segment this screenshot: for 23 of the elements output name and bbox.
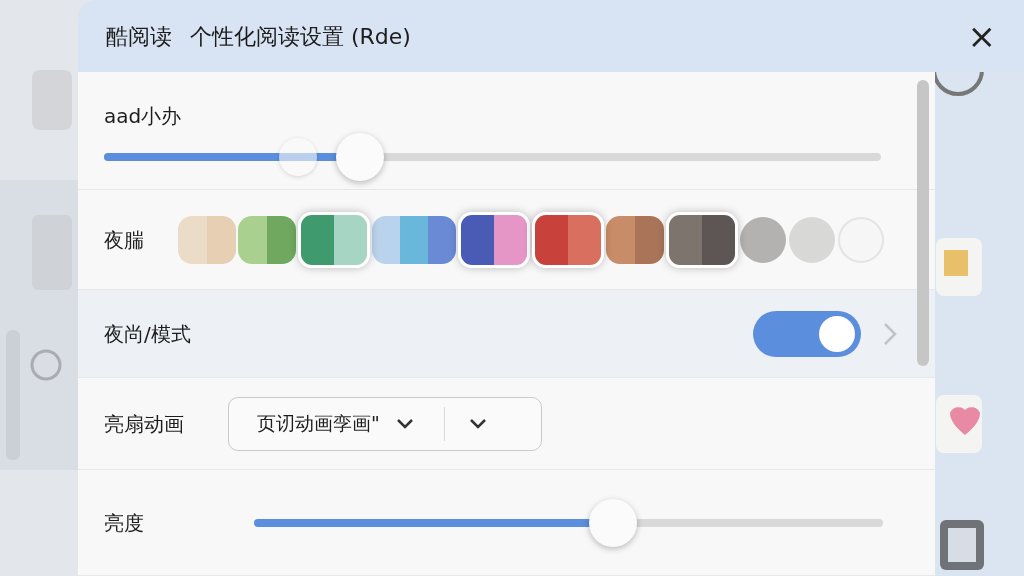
chevron-down-icon: [395, 417, 414, 430]
theme-swatch[interactable]: [372, 215, 456, 264]
theme-swatch[interactable]: [789, 216, 835, 263]
slider-thumb[interactable]: [588, 498, 637, 547]
slider-thumb[interactable]: [336, 132, 385, 181]
setting-label: 亮度: [104, 509, 144, 537]
setting-label: 夜腨: [104, 226, 144, 254]
dropdown[interactable]: 页讱动画孪画": [228, 396, 542, 451]
setting-label: aad小办: [104, 102, 183, 130]
dialog-title: 个性化阅读设置 (Rde): [190, 22, 411, 51]
close-button[interactable]: ×: [963, 19, 1000, 53]
theme-swatch[interactable]: [606, 215, 664, 264]
chevron-down-icon: [469, 417, 488, 430]
theme-swatch[interactable]: [238, 215, 296, 264]
toggle-switch[interactable]: [753, 310, 861, 357]
ghost-thumb: [279, 137, 318, 176]
chevron-right-icon: [883, 321, 897, 346]
scrollbar[interactable]: [917, 80, 929, 366]
theme-swatch[interactable]: [740, 216, 786, 263]
theme-swatch[interactable]: [178, 215, 236, 264]
setting-label: 亮扇动画: [104, 410, 184, 438]
app-name: 酷阅读: [106, 22, 172, 51]
setting-label: 夜尚/模式: [104, 320, 191, 348]
